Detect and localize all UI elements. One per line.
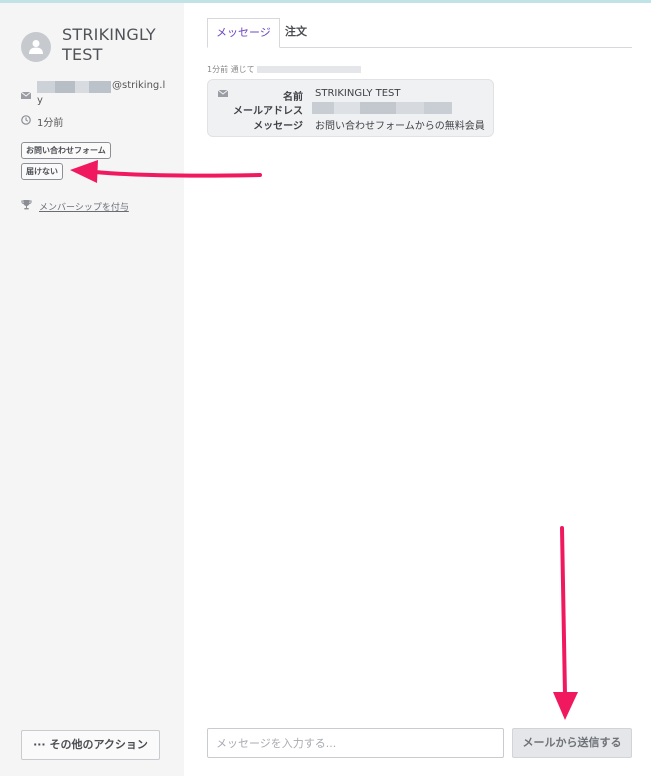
field-value-name: STRIKINGLY TEST: [315, 88, 401, 99]
tab-orders[interactable]: 注文: [277, 18, 315, 48]
email-value-redacted: [312, 102, 452, 114]
field-value-message: お問い合わせフォームからの無料会員: [315, 121, 485, 132]
annotation-arrow-send: [553, 526, 578, 720]
trophy-icon: [21, 200, 32, 210]
email-redacted: [37, 81, 111, 93]
message-meta: 1分前 通じて: [207, 64, 361, 75]
membership-link[interactable]: メンバーシップを付与: [39, 200, 129, 213]
contact-name: STRIKINGLY TEST: [62, 25, 156, 64]
message-input[interactable]: [207, 728, 504, 758]
mail-icon: [21, 92, 31, 99]
time-text: 1分前: [37, 118, 64, 129]
avatar: [21, 32, 51, 62]
user-avatar-icon: [29, 40, 43, 54]
contact-sidebar: STRIKINGLY TEST @striking.l y 1分前 お問い合わせ…: [0, 3, 184, 776]
email-domain-wrap: y: [37, 95, 43, 106]
clock-icon: [21, 115, 31, 125]
tag-contact-form[interactable]: お問い合わせフォーム: [21, 142, 111, 159]
tab-messages[interactable]: メッセージ: [207, 18, 280, 48]
field-label-message: メッセージ: [253, 121, 303, 132]
field-label-name: 名前: [283, 92, 303, 103]
field-label-email: メールアドレス: [233, 106, 303, 117]
meta-redacted: [256, 66, 361, 73]
email-domain: @striking.l: [112, 80, 166, 91]
more-actions-button[interactable]: ··· その他のアクション: [21, 730, 160, 760]
message-card: 名前 STRIKINGLY TEST メールアドレス メッセージ お問い合わせフ…: [207, 79, 494, 137]
mail-icon: [218, 90, 228, 97]
tab-bar: メッセージ 注文: [207, 18, 632, 48]
message-meta-text: 1分前 通じて: [207, 65, 255, 74]
tag-unreachable[interactable]: 届けない: [21, 163, 63, 180]
send-email-button[interactable]: メールから送信する: [512, 728, 632, 758]
